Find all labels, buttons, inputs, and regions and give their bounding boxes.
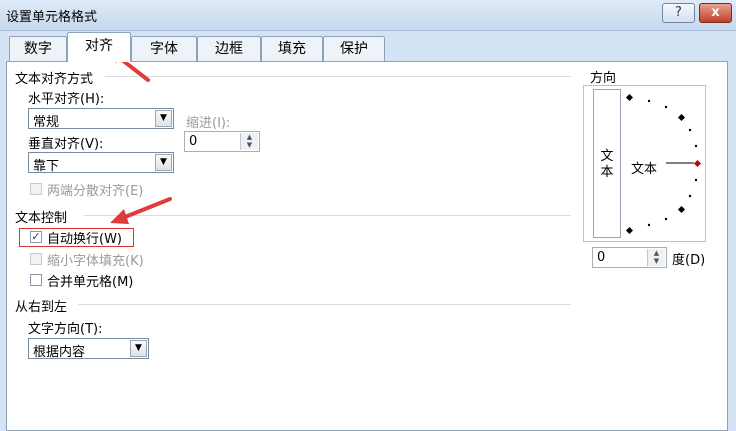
- horizontal-align-label: 水平对齐(H):: [28, 92, 105, 107]
- dial-text-label: 文本: [631, 162, 658, 177]
- shrink-checkbox[interactable]: [30, 253, 42, 265]
- horizontal-align-value: 常规: [33, 115, 60, 130]
- dial-marker-selected: [693, 159, 702, 168]
- vertical-align-label: 垂直对齐(V):: [28, 137, 104, 152]
- distributed-checkbox[interactable]: [30, 183, 42, 195]
- distributed-label: 两端分散对齐(E): [47, 184, 144, 199]
- tab-number[interactable]: 数字: [9, 36, 67, 61]
- dial-dot: [647, 223, 651, 227]
- section-title-rtl: 从右到左: [15, 300, 68, 315]
- merge-cells-label: 合并单元格(M): [47, 275, 134, 290]
- chevron-down-icon[interactable]: ▼: [155, 110, 172, 127]
- divider: [78, 304, 571, 305]
- section-title-text-control: 文本控制: [15, 211, 68, 226]
- spinner-arrows-icon[interactable]: ▲ ▼: [240, 133, 258, 150]
- chevron-down-icon[interactable]: ▼: [130, 340, 147, 357]
- dial-dot: [647, 99, 651, 103]
- wrap-text-checkbox[interactable]: ✓: [30, 231, 42, 243]
- vertical-align-value: 靠下: [33, 159, 60, 174]
- help-button[interactable]: ?: [662, 3, 695, 23]
- vertical-align-select[interactable]: 靠下 ▼: [28, 152, 174, 174]
- tab-fill[interactable]: 填充: [261, 36, 323, 61]
- divider: [105, 76, 571, 77]
- dial-dot: [688, 128, 692, 132]
- tab-font[interactable]: 字体: [131, 36, 197, 61]
- dial-marker: [677, 113, 686, 122]
- text-direction-value: 根据内容: [33, 345, 86, 360]
- wrap-text-label: 自动换行(W): [47, 232, 122, 247]
- dial-marker: [625, 93, 634, 102]
- tab-protection[interactable]: 保护: [323, 36, 385, 61]
- degrees-spinner[interactable]: 0 ▲ ▼: [592, 247, 667, 268]
- text-direction-label: 文字方向(T):: [28, 322, 103, 337]
- horizontal-align-select[interactable]: 常规 ▼: [28, 108, 174, 130]
- title-bar: 设置单元格格式 ? x: [0, 0, 736, 31]
- degrees-label: 度(D): [672, 253, 706, 268]
- dial-dot: [694, 144, 698, 148]
- window-title: 设置单元格格式: [6, 10, 98, 25]
- indent-label: 缩进(I):: [186, 116, 231, 131]
- shrink-label: 缩小字体填充(K): [47, 254, 144, 269]
- dial-dot: [688, 194, 692, 198]
- orientation-dial[interactable]: 文本: [622, 89, 704, 238]
- section-title-alignment: 文本对齐方式: [15, 72, 94, 87]
- dial-dot: [664, 105, 668, 109]
- dial-marker: [677, 205, 686, 214]
- vertical-text-label: 文本: [600, 149, 614, 180]
- tab-border[interactable]: 边框: [197, 36, 261, 61]
- tab-strip: 数字 对齐 字体 边框 填充 保护: [0, 30, 736, 62]
- close-button[interactable]: x: [699, 3, 732, 23]
- degrees-value: 0: [597, 250, 606, 265]
- indent-spinner[interactable]: 0 ▲ ▼: [184, 131, 260, 152]
- tab-alignment[interactable]: 对齐: [67, 32, 131, 62]
- spinner-arrows-icon[interactable]: ▲ ▼: [647, 249, 665, 266]
- dial-dot: [664, 217, 668, 221]
- divider: [84, 215, 571, 216]
- dial-marker: [625, 226, 634, 235]
- chevron-down-icon[interactable]: ▼: [155, 154, 172, 171]
- section-title-orientation: 方向: [590, 71, 617, 86]
- merge-cells-checkbox[interactable]: [30, 274, 42, 286]
- vertical-text-button[interactable]: 文本: [593, 89, 621, 238]
- dial-dot: [694, 178, 698, 182]
- text-direction-select[interactable]: 根据内容 ▼: [28, 338, 149, 360]
- indent-value: 0: [189, 134, 198, 149]
